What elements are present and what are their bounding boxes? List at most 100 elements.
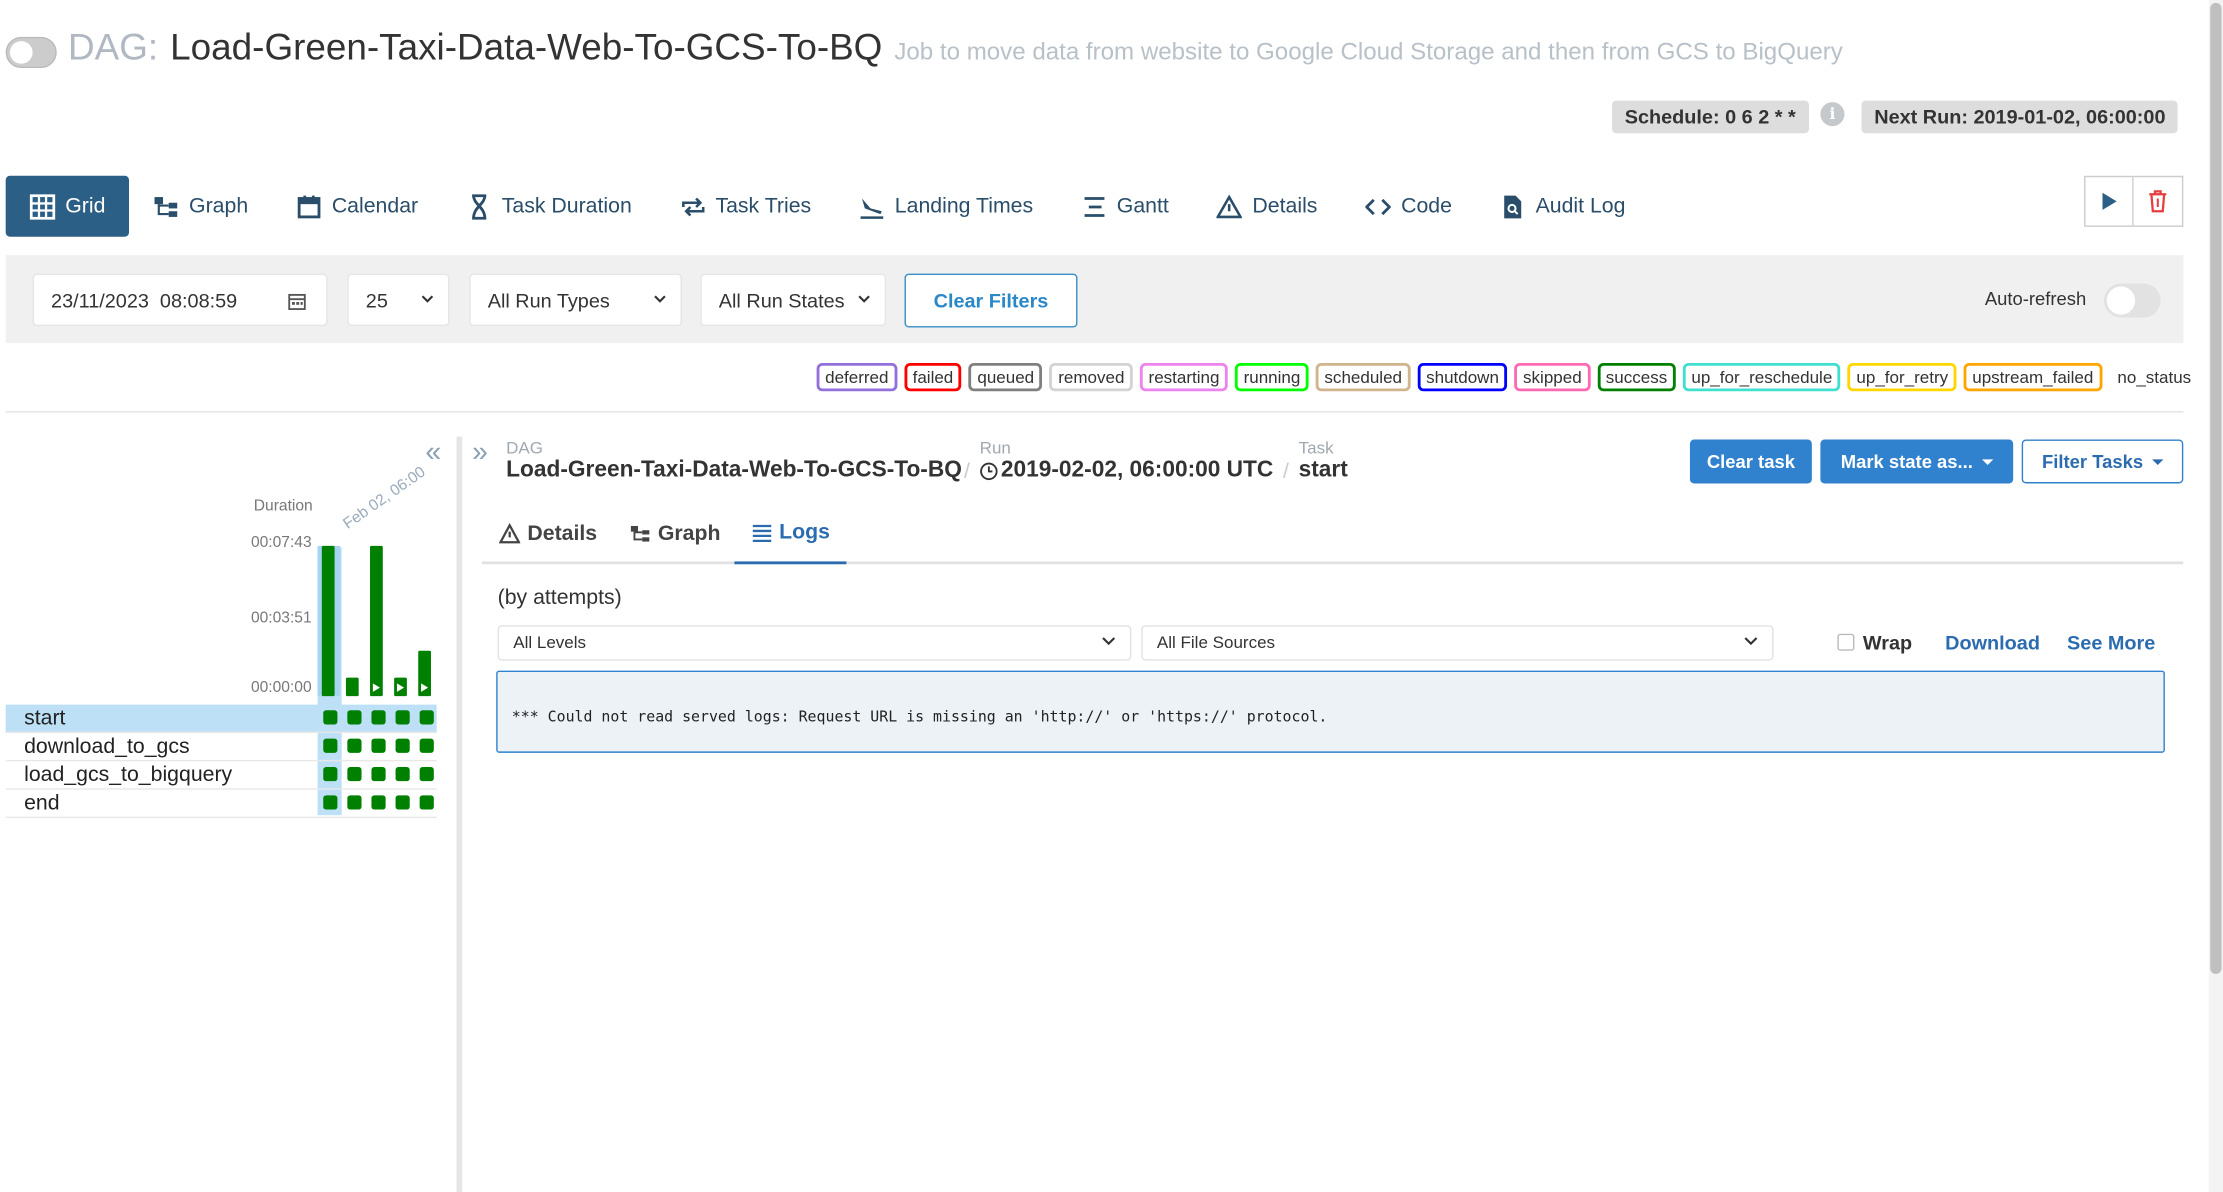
list-icon	[752, 524, 771, 542]
task-name: download_to_gcs	[24, 734, 190, 759]
grid-icon	[29, 193, 56, 220]
run-duration-bar[interactable]	[345, 678, 359, 697]
legend-removed[interactable]: removed	[1049, 362, 1133, 392]
legend-running[interactable]: running	[1235, 362, 1309, 392]
task-name: load_gcs_to_bigquery	[24, 762, 233, 787]
task-row[interactable]: end	[5, 790, 437, 819]
graph-icon	[155, 196, 178, 217]
task-instance-cell[interactable]	[395, 766, 410, 782]
task-instance-cell[interactable]	[347, 766, 362, 782]
task-instance-cell[interactable]	[419, 795, 434, 810]
task-instance-cell[interactable]	[395, 738, 410, 753]
clear-filters-button[interactable]: Clear Filters	[904, 273, 1078, 328]
legend-queued[interactable]: queued	[968, 362, 1043, 392]
tab-calendar[interactable]: Calendar	[272, 176, 442, 237]
see-more-button[interactable]: See More	[2067, 631, 2155, 654]
log-level-select[interactable]: All Levels	[497, 625, 1132, 661]
tab-landing-times[interactable]: Landing Times	[835, 176, 1057, 237]
legend-upstream-failed[interactable]: upstream_failed	[1963, 362, 2102, 392]
tab-details[interactable]: Details	[1193, 176, 1342, 237]
run-types-select[interactable]: All Run Types	[469, 273, 682, 327]
log-text: *** Could not read served logs: Request …	[511, 708, 1328, 726]
run-duration-bar[interactable]	[321, 545, 335, 697]
collapse-grid-button[interactable]: «	[425, 437, 441, 470]
breadcrumb-task[interactable]: Task start	[1299, 438, 1348, 483]
task-row[interactable]: download_to_gcs	[5, 733, 437, 762]
pane-resize-handle[interactable]	[456, 436, 463, 1192]
tab-audit-log[interactable]: Audit Log	[1476, 176, 1650, 237]
legend-up-for-reschedule[interactable]: up_for_reschedule	[1682, 362, 1841, 392]
task-instance-cell[interactable]	[419, 766, 434, 782]
legend-no-status[interactable]: no_status	[2108, 362, 2200, 392]
dag-prefix: DAG:	[68, 25, 159, 69]
tab-grid[interactable]: Grid	[5, 175, 130, 237]
tab-task-duration[interactable]: Task Duration	[442, 176, 656, 237]
page-scrollbar[interactable]	[2208, 0, 2223, 1192]
legend-scheduled[interactable]: scheduled	[1315, 362, 1411, 392]
tab-code[interactable]: Code	[1342, 176, 1476, 237]
play-icon	[396, 683, 405, 692]
subtab-graph[interactable]: Graph	[629, 503, 720, 564]
grid-pane: « Duration Feb 02, 06:00 00:07:43 00:03:…	[0, 425, 457, 1192]
download-button[interactable]: Download	[1945, 631, 2040, 654]
info-icon[interactable]: i	[1820, 102, 1845, 127]
run-states-select[interactable]: All Run States	[700, 273, 887, 327]
run-duration-bar[interactable]	[394, 678, 407, 697]
breadcrumb-task-key: Task	[1298, 438, 1334, 458]
filter-tasks-label: Filter Tasks	[2042, 450, 2144, 473]
task-instance-cell[interactable]	[371, 710, 386, 725]
run-duration-bar[interactable]	[418, 651, 431, 697]
task-instance-cell[interactable]	[323, 795, 338, 810]
dag-pause-toggle[interactable]	[5, 36, 57, 69]
task-instance-cell[interactable]	[371, 738, 386, 753]
trigger-dag-button[interactable]	[2084, 175, 2134, 227]
task-instance-cell[interactable]	[323, 766, 338, 782]
task-instance-cell[interactable]	[347, 710, 362, 725]
tab-task-tries[interactable]: Task Tries	[656, 176, 835, 237]
task-instance-cell[interactable]	[323, 710, 338, 725]
subtab-logs[interactable]: Logs	[734, 503, 847, 565]
task-instance-cell[interactable]	[419, 710, 434, 725]
subtab-details[interactable]: Details	[499, 503, 597, 564]
breadcrumb-run-key: Run	[979, 438, 1011, 458]
tab-gantt[interactable]: Gantt	[1057, 176, 1193, 237]
legend-skipped[interactable]: skipped	[1514, 362, 1591, 392]
task-instance-cell[interactable]	[371, 795, 386, 810]
breadcrumb-dag[interactable]: DAG Load-Green-Taxi-Data-Web-To-GCS-To-B…	[506, 438, 962, 483]
run-duration-bar[interactable]	[370, 545, 383, 697]
task-row[interactable]: load_gcs_to_bigquery	[5, 761, 437, 790]
legend-shutdown[interactable]: shutdown	[1417, 362, 1508, 392]
expand-details-button[interactable]: »	[472, 437, 488, 470]
calendar-picker-icon[interactable]	[288, 292, 306, 310]
legend-restarting[interactable]: restarting	[1140, 362, 1228, 392]
task-instance-cell[interactable]	[371, 766, 386, 782]
chevron-down-icon	[654, 295, 666, 303]
scrollbar-thumb[interactable]	[2210, 2, 2222, 974]
file-source-select[interactable]: All File Sources	[1141, 625, 1774, 661]
task-instance-cell[interactable]	[395, 795, 410, 810]
legend-success[interactable]: success	[1597, 362, 1676, 392]
delete-dag-button[interactable]	[2133, 175, 2184, 227]
task-instance-cell[interactable]	[395, 710, 410, 725]
breadcrumb-dag-key: DAG	[506, 438, 544, 458]
mark-state-button[interactable]: Mark state as...	[1820, 439, 2014, 484]
breadcrumb-run[interactable]: Run 2019-02-02, 06:00:00 UTC	[980, 438, 1274, 483]
task-row[interactable]: start	[5, 704, 437, 733]
wrap-checkbox[interactable]	[1837, 633, 1855, 651]
legend-deferred[interactable]: deferred	[816, 362, 898, 392]
base-date-input[interactable]: 23/11/2023 08:08:59	[32, 273, 328, 327]
warning-triangle-icon	[1216, 193, 1243, 218]
filter-tasks-button[interactable]: Filter Tasks	[2021, 439, 2184, 484]
legend-failed[interactable]: failed	[904, 362, 962, 392]
task-instance-cell[interactable]	[347, 738, 362, 753]
hourglass-icon	[471, 193, 487, 220]
clear-task-button[interactable]: Clear task	[1689, 439, 1812, 484]
num-runs-select[interactable]: 25	[347, 273, 450, 327]
task-instance-cell[interactable]	[419, 738, 434, 753]
task-instance-cell[interactable]	[347, 795, 362, 810]
legend-up-for-retry[interactable]: up_for_retry	[1847, 362, 1957, 392]
task-instance-cell[interactable]	[323, 738, 338, 753]
tab-graph[interactable]: Graph	[130, 176, 273, 237]
auto-refresh-toggle[interactable]	[2103, 283, 2161, 318]
y-tick-zero: 00:00:00	[250, 679, 312, 697]
